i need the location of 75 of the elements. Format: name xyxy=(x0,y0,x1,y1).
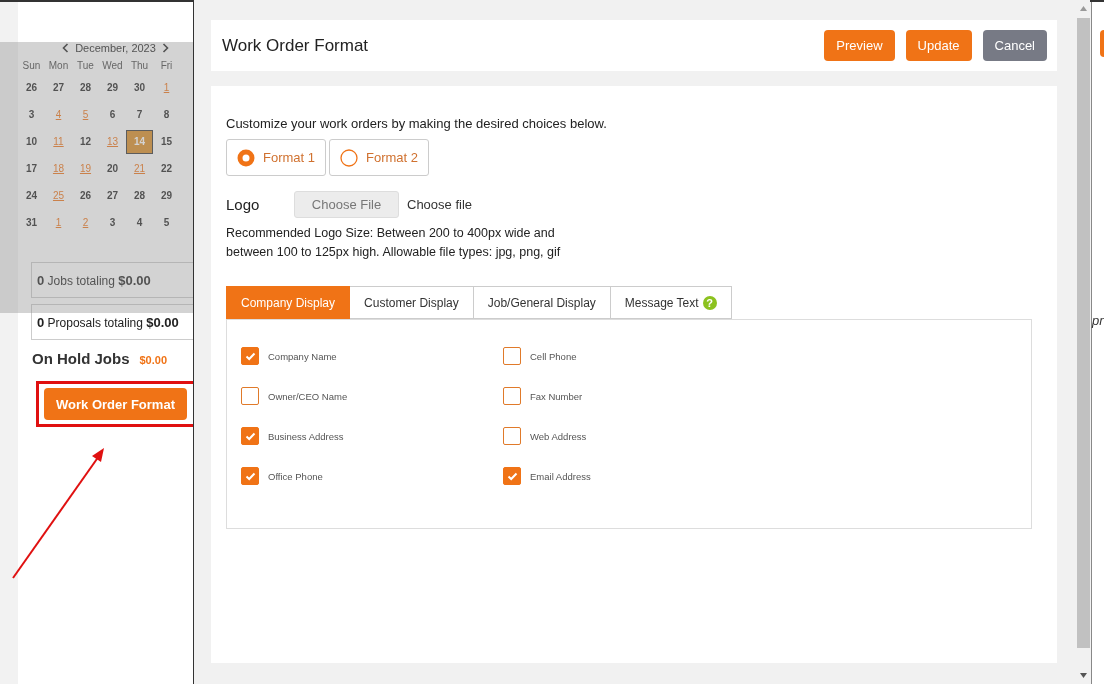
calendar-day[interactable]: 28 xyxy=(127,184,152,207)
checkbox-label: Web Address xyxy=(530,430,587,442)
intro-text: Customize your work orders by making the desired choices below. xyxy=(226,116,608,131)
calendar-day[interactable]: 29 xyxy=(100,76,125,99)
modal-title: Work Order Format xyxy=(222,35,370,56)
edge-text: pr xyxy=(1092,313,1104,328)
calendar-day[interactable]: 10 xyxy=(19,130,44,153)
weekday-label: Sun xyxy=(21,59,42,73)
header-button[interactable]: Update xyxy=(905,30,972,61)
checkbox[interactable] xyxy=(503,467,521,485)
weekday-label: Wed xyxy=(101,59,124,73)
tab[interactable]: Job/General Display xyxy=(473,286,611,319)
chevron-left-icon[interactable] xyxy=(62,43,70,53)
check-icon xyxy=(244,471,256,481)
checkbox[interactable] xyxy=(241,347,259,365)
check-icon xyxy=(244,431,256,441)
calendar-day[interactable]: 15 xyxy=(154,130,179,153)
calendar-day[interactable]: 29 xyxy=(154,184,179,207)
calendar-day[interactable]: 27 xyxy=(100,184,125,207)
choose-file-button[interactable]: Choose File xyxy=(294,191,399,218)
tab[interactable]: Company Display xyxy=(226,286,351,319)
checkbox[interactable] xyxy=(241,427,259,445)
calendar-day[interactable]: 6 xyxy=(100,103,125,126)
checkbox-label: Company Name xyxy=(268,350,337,362)
calendar-day[interactable]: 17 xyxy=(19,157,44,180)
calendar-day[interactable]: 7 xyxy=(127,103,152,126)
logo-label: Logo xyxy=(226,196,261,213)
file-status: Choose file xyxy=(407,197,473,212)
checkbox-label: Office Phone xyxy=(268,470,323,482)
scroll-up-icon[interactable] xyxy=(1080,6,1087,11)
calendar-day[interactable]: 20 xyxy=(100,157,125,180)
tab[interactable]: Message Text ? xyxy=(610,286,732,319)
checkbox[interactable] xyxy=(503,347,521,365)
tab[interactable]: Customer Display xyxy=(350,286,474,319)
weekday-label: Mon xyxy=(47,59,70,73)
calendar-day[interactable]: 4 xyxy=(127,211,152,234)
checkbox-label: Business Address xyxy=(268,430,344,442)
calendar-day[interactable]: 31 xyxy=(19,211,44,234)
logo-note: Recommended Logo Size: Between 200 to 400px wide and between 100 to 125px high. Allowable file types: jpg, png, gif xyxy=(226,225,562,261)
calendar-day[interactable]: 26 xyxy=(73,184,98,207)
calendar-day[interactable]: 28 xyxy=(73,76,98,99)
scroll-down-icon[interactable] xyxy=(1080,673,1087,678)
calendar-day[interactable]: 12 xyxy=(73,130,98,153)
calendar-day[interactable]: 22 xyxy=(154,157,179,180)
format-option[interactable]: Format 2 xyxy=(329,139,430,176)
weekday-label: Tue xyxy=(76,59,95,73)
calendar-day[interactable]: 27 xyxy=(46,76,71,99)
calendar-day[interactable]: 5 xyxy=(154,211,179,234)
calendar-month: December, 2023 xyxy=(75,42,156,54)
checkbox[interactable] xyxy=(241,387,259,405)
checkbox[interactable] xyxy=(241,467,259,485)
chevron-right-icon[interactable] xyxy=(161,43,169,53)
check-icon xyxy=(244,351,256,361)
weekday-label: Thu xyxy=(129,59,150,73)
weekday-label: Fri xyxy=(159,59,174,73)
check-icon xyxy=(506,471,518,481)
on-hold-heading: On Hold Jobs xyxy=(32,350,130,367)
format-option[interactable]: Format 1 xyxy=(226,139,326,176)
checkbox-label: Fax Number xyxy=(530,390,583,402)
checkbox[interactable] xyxy=(503,387,521,405)
work-order-format-button[interactable]: Work Order Format xyxy=(44,388,187,420)
calendar-day[interactable]: 24 xyxy=(19,184,44,207)
checkbox-label: Owner/CEO Name xyxy=(268,390,348,402)
on-hold-amount: $0.00 xyxy=(139,354,168,366)
calendar-day[interactable]: 8 xyxy=(154,103,179,126)
calendar-day[interactable]: 26 xyxy=(19,76,44,99)
scrollbar-thumb[interactable] xyxy=(1077,18,1090,648)
calendar-day[interactable]: 3 xyxy=(100,211,125,234)
header-button[interactable]: Cancel xyxy=(982,30,1047,61)
checkbox[interactable] xyxy=(503,427,521,445)
checkbox-label: Email Address xyxy=(530,470,591,482)
calendar-day[interactable]: 3 xyxy=(19,103,44,126)
header-button[interactable]: Preview xyxy=(824,30,895,61)
calendar-day[interactable]: 30 xyxy=(127,76,152,99)
checkbox-label: Cell Phone xyxy=(530,350,577,362)
